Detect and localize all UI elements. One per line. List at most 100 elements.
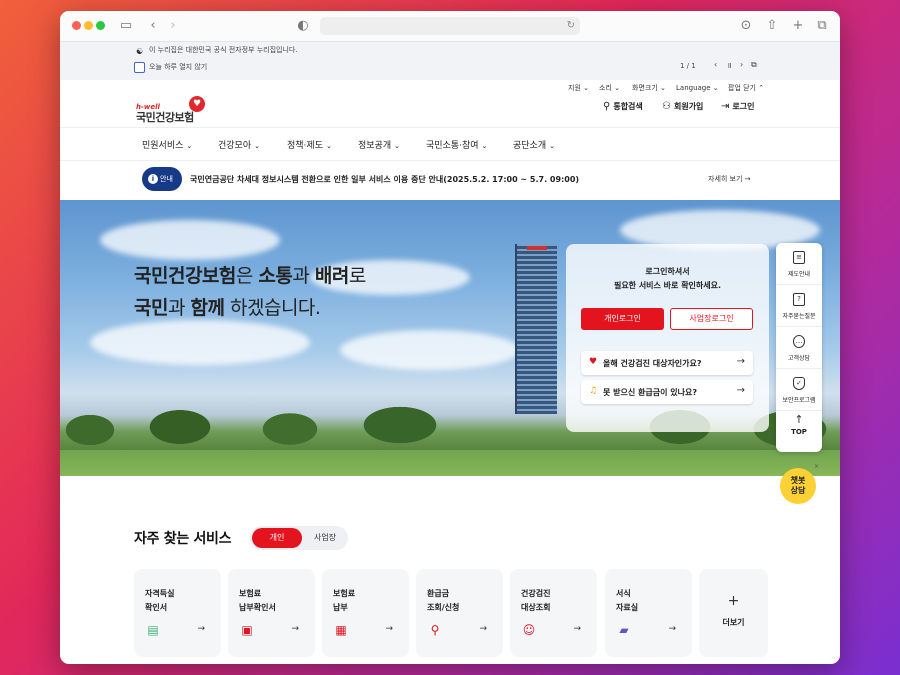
pause-popup-icon[interactable]: ॥ xyxy=(727,60,732,71)
reload-icon[interactable]: ↻ xyxy=(567,17,575,35)
cloud xyxy=(90,320,310,365)
official-site-text: 이 누리집은 대한민국 공식 전자정부 누리집입니다. xyxy=(149,46,298,54)
arrow-right-icon: → xyxy=(736,356,745,367)
popup-page-indicator: 1 / 1 xyxy=(680,62,696,70)
chatbot-button[interactable]: 챗봇 상담 xyxy=(780,468,816,504)
popup-list-icon[interactable]: ⧉ xyxy=(751,60,757,70)
service-card-premium-payment[interactable]: 보험료 납부 ▦ → xyxy=(322,569,409,657)
slogan-segment: 과 xyxy=(292,265,315,287)
chevron-down-icon: ⌄ xyxy=(394,142,400,150)
arrow-right-icon: → xyxy=(479,624,487,634)
util-close-popup[interactable]: 팝업 닫기 ⌃ xyxy=(728,81,764,95)
service-card-forms[interactable]: 서식 자료실 ▰ → xyxy=(605,569,692,657)
slogan-segment: 국민건강보험 xyxy=(134,265,236,287)
payment-receipt-icon: ▣ xyxy=(241,623,253,637)
notice-text[interactable]: 국민연금공단 차세대 정보시스템 전환으로 인한 일부 서비스 이용 중단 안내… xyxy=(190,174,579,185)
chevron-down-icon: ⌄ xyxy=(254,142,260,150)
nav-info-disclosure[interactable]: 정보공개 ⌄ xyxy=(358,138,400,151)
slogan-segment: 소통 xyxy=(258,265,293,287)
util-sound[interactable]: 소리 ⌄ xyxy=(599,81,620,95)
arrow-right-icon: → xyxy=(736,385,745,396)
business-login-button[interactable]: 사업장로그인 xyxy=(670,308,753,330)
plus-icon: + xyxy=(727,593,740,609)
download-icon[interactable]: ⊙ xyxy=(738,17,754,35)
chevron-down-icon: ⌄ xyxy=(325,142,332,150)
arrow-right-icon: → xyxy=(385,624,393,634)
heart-logo-icon: ♥ xyxy=(189,96,205,112)
util-support[interactable]: 지원 ⌄ xyxy=(568,81,589,95)
main-nav: 민원서비스 ⌄ 건강모아 ⌄ 정책·제도 ⌄ 정보공개 ⌄ 국민소통·참여 ⌄ 공단소개 ⌄ xyxy=(60,127,840,161)
util-language[interactable]: Language ⌄ xyxy=(676,81,719,95)
hero-slogan-line1: 국민건강보험은 소통과 배려로 xyxy=(134,261,366,288)
signup-link[interactable]: ⚇ 회원가입 xyxy=(662,101,703,112)
nav-communication[interactable]: 국민소통·참여 ⌄ xyxy=(426,138,487,151)
payment-icon: ▦ xyxy=(335,623,347,637)
checkup-user-icon: ☺ xyxy=(522,623,536,637)
dont-show-today-label: 오늘 하루 열지 않기 xyxy=(149,63,208,71)
maximize-window-button[interactable] xyxy=(96,21,105,30)
document-check-icon: ▤ xyxy=(147,623,159,637)
back-to-top-button[interactable]: ↑ TOP xyxy=(776,413,822,436)
arrow-right-icon: → xyxy=(573,624,581,634)
util-screen-size[interactable]: 화면크기 ⌄ xyxy=(632,81,666,95)
checkup-eligibility-button[interactable]: ♥ 올해 건강검진 대상자인가요? → xyxy=(581,351,753,375)
nav-civil-service[interactable]: 민원서비스 ⌄ xyxy=(142,138,192,151)
service-card-more[interactable]: + 더보기 xyxy=(699,569,768,657)
address-bar[interactable]: ↻ xyxy=(320,17,580,35)
side-customer-support[interactable]: … 고객상담 xyxy=(776,327,822,369)
quick-side-menu: ≡ 제도안내 ? 자주묻는질문 … 고객상담 ✓ 보안프로그램 ↑ TOP xyxy=(776,243,822,452)
next-popup-icon[interactable]: › xyxy=(740,60,743,69)
service-card-refund[interactable]: 환급금 조회/신청 ⚲ → xyxy=(416,569,503,657)
bell-icon: ♫ xyxy=(589,386,598,396)
forward-icon[interactable]: › xyxy=(165,17,181,35)
unclaimed-refund-button[interactable]: ♫ 못 받으신 환급금이 있나요? → xyxy=(581,380,753,404)
arrow-right-icon: → xyxy=(197,624,205,634)
service-card-qualification[interactable]: 자격득실 확인서 ▤ → xyxy=(134,569,221,657)
refund-search-icon: ⚲ xyxy=(430,623,440,637)
slogan-segment: 과 xyxy=(167,297,191,319)
faq-folder-icon: ? xyxy=(793,293,805,306)
login-link[interactable]: ⇥ 로그인 xyxy=(721,101,754,112)
search-icon: ⚲ xyxy=(603,101,611,112)
building-sign xyxy=(527,246,547,250)
login-message-2: 필요한 서비스 바로 확인하세요. xyxy=(613,281,722,290)
cloud xyxy=(340,330,520,370)
personal-login-button[interactable]: 개인로그인 xyxy=(581,308,664,330)
privacy-shield-icon[interactable]: ◐ xyxy=(295,17,311,35)
service-card-payment-receipt[interactable]: 보험료 납부확인서 ▣ → xyxy=(228,569,315,657)
chatbot-close-icon[interactable]: × xyxy=(814,463,819,470)
folder-download-icon: ▰ xyxy=(619,623,629,637)
browser-window: ▭ ‹ › ◐ ↻ ⊙ ⇧ + ⧉ ☯ 이 누리집은 대한민국 공식 전자정부 … xyxy=(60,11,840,664)
login-icon: ⇥ xyxy=(721,101,730,112)
new-tab-icon[interactable]: + xyxy=(790,17,806,35)
shield-icon: ✓ xyxy=(793,377,805,390)
chevron-down-icon: ⌄ xyxy=(481,142,488,150)
side-system-guide[interactable]: ≡ 제도안내 xyxy=(776,243,822,285)
nav-about[interactable]: 공단소개 ⌄ xyxy=(513,138,555,151)
search-link[interactable]: ⚲ 통합검색 xyxy=(603,101,643,112)
toggle-personal[interactable]: 개인 xyxy=(252,528,302,548)
site-logo[interactable]: 국민건강보험 xyxy=(136,109,194,125)
side-faq[interactable]: ? 자주묻는질문 xyxy=(776,285,822,327)
minimize-window-button[interactable] xyxy=(84,21,93,30)
service-card-checkup-lookup[interactable]: 건강검진 대상조회 ☺ → xyxy=(510,569,597,657)
notice-badge: i 안내 xyxy=(142,167,182,191)
side-security-program[interactable]: ✓ 보안프로그램 xyxy=(776,369,822,411)
nav-policy[interactable]: 정책·제도 ⌄ xyxy=(287,138,332,151)
hero-slogan-line2: 국민과 함께 하겠습니다. xyxy=(134,293,321,320)
prev-popup-icon[interactable]: ‹ xyxy=(714,60,717,69)
close-window-button[interactable] xyxy=(72,21,81,30)
back-icon[interactable]: ‹ xyxy=(145,17,161,35)
nav-health[interactable]: 건강모아 ⌄ xyxy=(218,138,260,151)
service-type-toggle: 개인 사업장 xyxy=(250,526,348,550)
sidebar-toggle-icon[interactable]: ▭ xyxy=(118,17,134,35)
login-message-1: 로그인하셔서 xyxy=(645,267,690,276)
notice-more-link[interactable]: 자세히 보기 → xyxy=(708,174,751,184)
tab-overview-icon[interactable]: ⧉ xyxy=(814,17,830,35)
slogan-segment: 로 xyxy=(348,265,366,287)
share-icon[interactable]: ⇧ xyxy=(764,17,780,35)
login-card: 로그인하셔서 필요한 서비스 바로 확인하세요. 개인로그인 사업장로그인 ♥ … xyxy=(566,244,769,432)
toggle-business[interactable]: 사업장 xyxy=(304,528,346,548)
dont-show-today-checkbox[interactable] xyxy=(134,62,145,73)
slogan-segment: 국민 xyxy=(134,297,168,319)
